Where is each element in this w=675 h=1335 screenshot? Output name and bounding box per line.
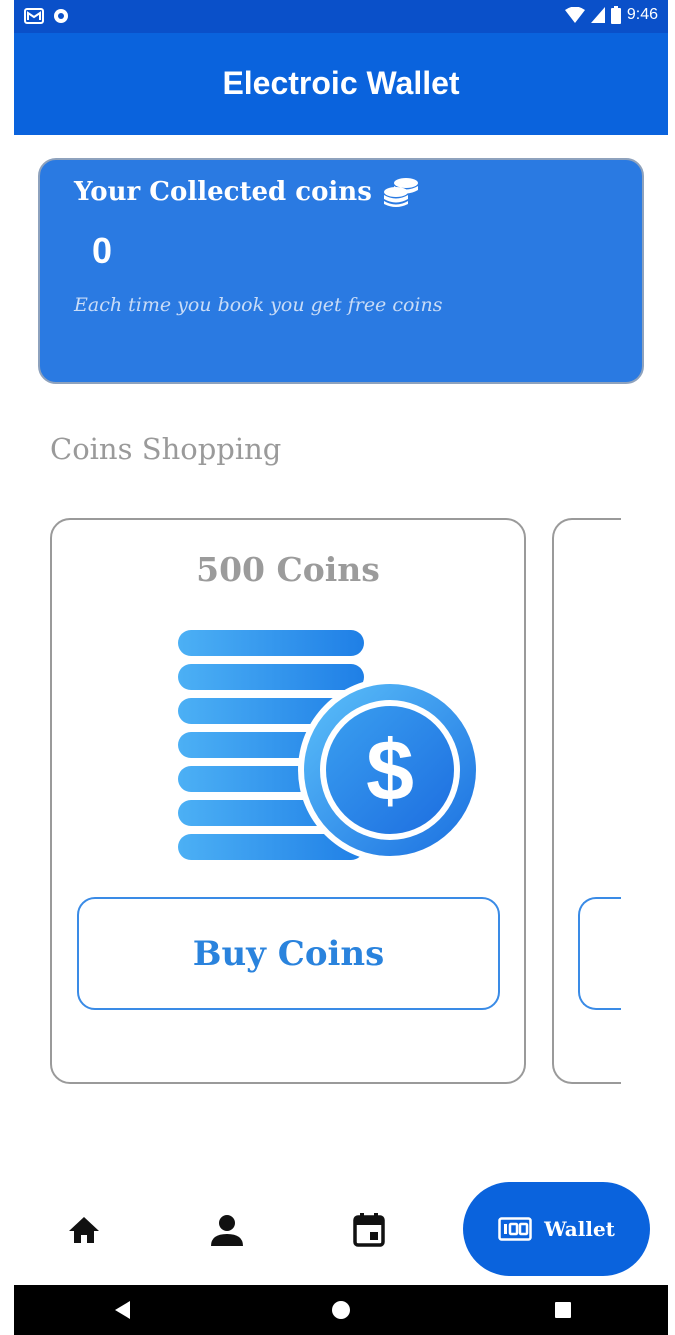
coins-stack-icon bbox=[383, 178, 418, 207]
coin-stack-dollar-image: $ bbox=[178, 630, 481, 862]
nav-home[interactable] bbox=[39, 1178, 129, 1282]
status-bar: 9:46 bbox=[14, 0, 668, 33]
nav-calendar[interactable] bbox=[324, 1178, 414, 1282]
coins-card-header: Your Collected coins bbox=[74, 176, 420, 208]
carousel-edge bbox=[621, 500, 668, 1100]
back-icon[interactable] bbox=[114, 1300, 132, 1320]
system-navigation-bar bbox=[14, 1285, 668, 1335]
coins-count: 0 bbox=[92, 230, 113, 271]
calendar-icon bbox=[353, 1213, 385, 1247]
nav-wallet-label: Wallet bbox=[544, 1217, 615, 1241]
notification-icons bbox=[24, 7, 70, 25]
person-icon bbox=[211, 1215, 243, 1246]
home-button-icon[interactable] bbox=[331, 1300, 351, 1320]
app-screen: 9:46 Electroic Wallet Your Collected coi… bbox=[14, 0, 668, 1335]
page-title: Electroic Wallet bbox=[222, 64, 460, 101]
clock: 9:46 bbox=[626, 6, 658, 23]
bottom-navigation: Wallet bbox=[14, 1178, 668, 1282]
nav-profile[interactable] bbox=[182, 1178, 272, 1282]
coins-card-title: Your Collected coins bbox=[74, 177, 372, 207]
coin-offer-card: 500 Coins $ Buy Coins bbox=[50, 518, 526, 1084]
wallet-icon bbox=[498, 1217, 532, 1241]
system-indicators: 9:46 bbox=[564, 6, 658, 24]
gmail-icon bbox=[24, 8, 44, 24]
recents-icon[interactable] bbox=[554, 1301, 572, 1319]
signal-icon bbox=[590, 7, 605, 23]
record-icon bbox=[54, 9, 68, 23]
home-icon bbox=[69, 1217, 99, 1243]
wifi-icon bbox=[564, 7, 585, 23]
coins-card-subtitle: Each time you book you get free coins bbox=[74, 294, 443, 316]
buy-coins-button[interactable]: Buy Coins bbox=[77, 897, 500, 1010]
section-title: Coins Shopping bbox=[50, 432, 282, 466]
nav-wallet[interactable]: Wallet bbox=[463, 1182, 650, 1276]
svg-text:$: $ bbox=[366, 723, 414, 819]
collected-coins-card: Your Collected coins 0 Each time you boo… bbox=[38, 158, 644, 384]
battery-icon bbox=[610, 6, 621, 24]
app-bar: Electroic Wallet bbox=[14, 33, 668, 135]
offer-title: 500 Coins bbox=[196, 550, 380, 589]
